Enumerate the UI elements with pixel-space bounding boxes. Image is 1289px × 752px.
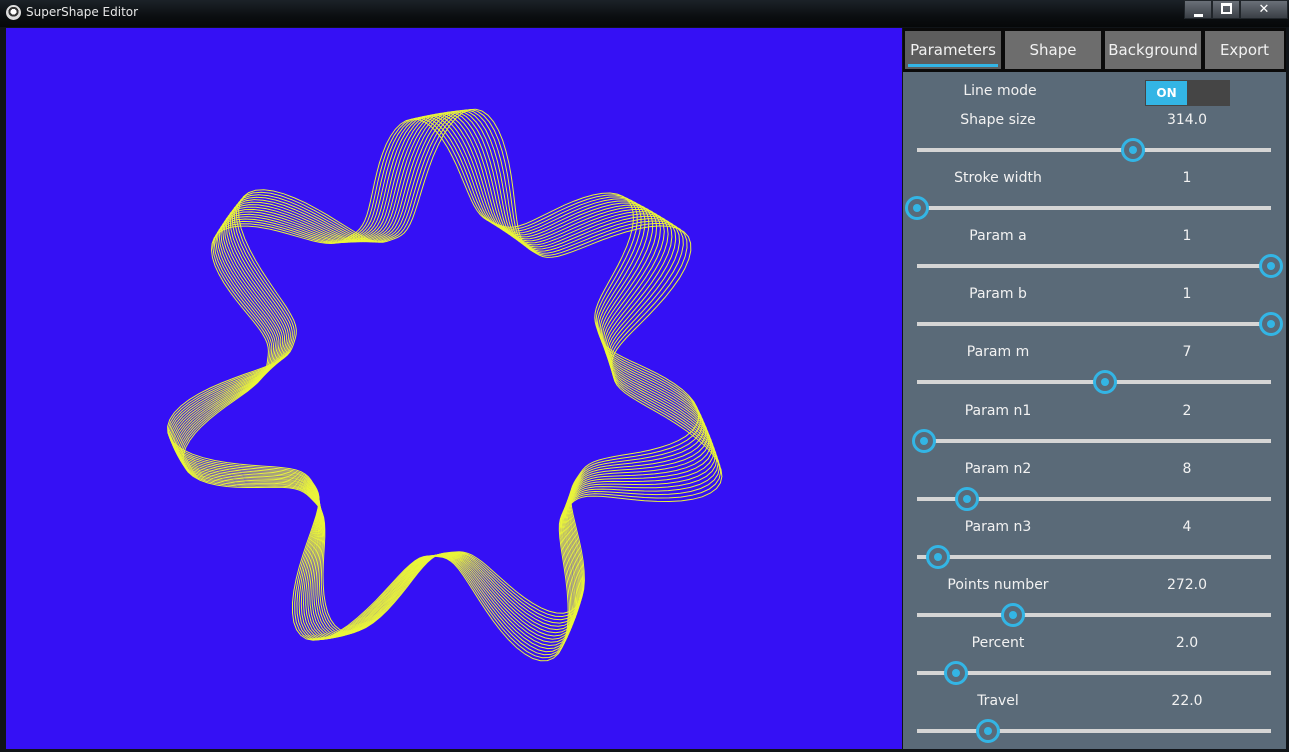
close-button[interactable]: ✕ [1240, 0, 1288, 19]
minimize-button[interactable] [1184, 0, 1212, 19]
shape-size-value: 314.0 [1166, 112, 1208, 128]
close-icon: ✕ [1258, 2, 1270, 17]
supershape-drawing [167, 108, 723, 662]
shape-size-slider-thumb[interactable] [1120, 138, 1145, 162]
app-icon [6, 5, 21, 20]
points-number-label: Points number [947, 576, 1049, 593]
param-b-slider-thumb[interactable] [1259, 312, 1283, 337]
tab-shape[interactable]: Shape [1005, 31, 1103, 69]
param-n3-value: 4 [1182, 518, 1192, 535]
travel-label: Travel [977, 693, 1019, 709]
param-m-value: 7 [1182, 344, 1192, 361]
param-m-slider-thumb[interactable] [1092, 370, 1117, 395]
param-n1-label: Param n1 [964, 402, 1032, 419]
param-a-slider-thumb[interactable] [1259, 254, 1283, 279]
line-mode-label: Line mode [963, 83, 1037, 99]
param-n3-slider-track[interactable] [917, 554, 1271, 559]
percent-slider-thumb[interactable] [943, 660, 968, 685]
param-b-value: 1 [1182, 286, 1192, 303]
line-mode-toggle[interactable]: ON [1145, 80, 1230, 106]
shape-size-slider-track[interactable] [917, 148, 1271, 152]
maximize-icon [1220, 3, 1232, 14]
tab-parameters[interactable]: Parameters [905, 31, 1003, 69]
stroke-width-label: Stroke width [954, 170, 1042, 187]
travel-value: 22.0 [1171, 693, 1203, 709]
window-title: SuperShape Editor [26, 5, 139, 19]
param-b-label: Param b [969, 286, 1027, 303]
param-m-label: Param m [966, 344, 1030, 361]
param-b-slider-track[interactable] [917, 322, 1271, 327]
parameters-panel: Parameters Shape Background Export Line … [903, 28, 1286, 749]
travel-slider-thumb[interactable] [975, 719, 1000, 743]
percent-value: 2.0 [1175, 634, 1199, 651]
param-n2-label: Param n2 [964, 460, 1032, 477]
param-a-label: Param a [969, 228, 1027, 245]
param-n3-label: Param n3 [964, 518, 1032, 535]
points-number-value: 272.0 [1166, 576, 1208, 593]
param-a-value: 1 [1182, 228, 1192, 245]
param-n2-value: 8 [1182, 460, 1192, 477]
percent-label: Percent [971, 634, 1025, 651]
tab-background[interactable]: Background [1105, 31, 1203, 69]
stroke-width-value: 1 [1182, 170, 1192, 187]
points-number-slider-thumb[interactable] [1000, 602, 1025, 627]
shape-canvas[interactable] [6, 28, 902, 749]
shape-size-label: Shape size [960, 112, 1036, 128]
stroke-width-slider-thumb[interactable] [905, 196, 929, 221]
stroke-width-slider-track[interactable] [917, 206, 1271, 211]
maximize-button[interactable] [1212, 0, 1240, 19]
param-n1-value: 2 [1182, 402, 1192, 419]
toggle-on-label: ON [1146, 81, 1187, 105]
param-n2-slider-thumb[interactable] [954, 486, 979, 511]
title-bar: SuperShape Editor ✕ [0, 0, 1289, 27]
param-n3-slider-thumb[interactable] [926, 544, 951, 569]
tab-bar: Parameters Shape Background Export [903, 28, 1286, 72]
percent-slider-track[interactable] [917, 670, 1271, 675]
minimize-icon [1193, 14, 1203, 17]
travel-slider-track[interactable] [917, 729, 1271, 733]
tab-export[interactable]: Export [1205, 31, 1286, 69]
param-a-slider-track[interactable] [917, 264, 1271, 269]
param-n1-slider-track[interactable] [917, 438, 1271, 443]
param-n1-slider-thumb[interactable] [912, 428, 937, 453]
points-number-slider-track[interactable] [917, 612, 1271, 617]
